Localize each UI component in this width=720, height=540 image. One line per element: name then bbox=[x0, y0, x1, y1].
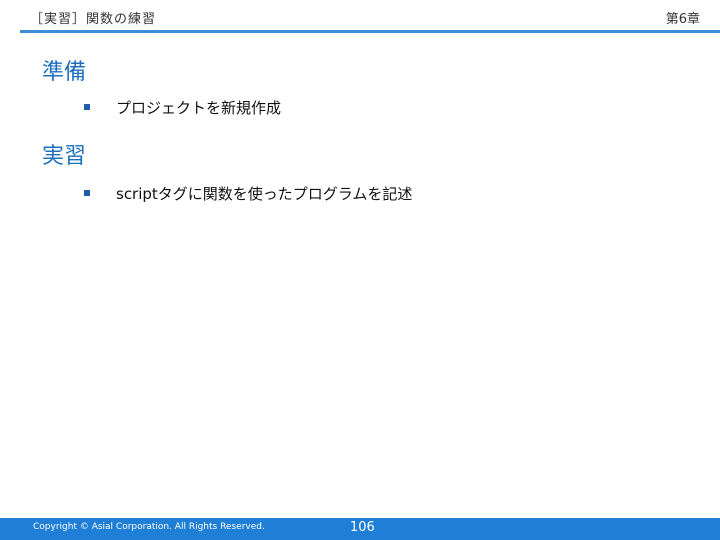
section-heading-practice: 実習 bbox=[42, 144, 87, 169]
list-item: scriptタグに関数を使ったプログラムを記述 bbox=[84, 183, 412, 203]
list-item: プロジェクトを新規作成 bbox=[84, 97, 281, 117]
section-heading-preparation: 準備 bbox=[42, 60, 87, 85]
page-number: 106 bbox=[350, 520, 375, 535]
square-bullet-icon bbox=[84, 104, 90, 110]
chapter-label: 第6章 bbox=[665, 12, 700, 27]
footer-bar: Copyright © Asial Corporation. All Right… bbox=[0, 518, 720, 540]
list-item-text: scriptタグに関数を使ったプログラムを記述 bbox=[116, 184, 413, 203]
square-bullet-icon bbox=[84, 190, 90, 196]
list-item-text: プロジェクトを新規作成 bbox=[116, 98, 282, 117]
header-divider bbox=[20, 30, 720, 33]
copyright-text: Copyright © Asial Corporation. All Right… bbox=[33, 522, 265, 532]
slide-header-title: ［実習］関数の練習 bbox=[30, 12, 157, 27]
